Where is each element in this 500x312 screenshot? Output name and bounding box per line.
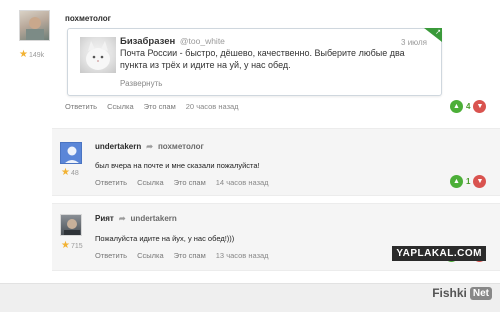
user-rating: ★ 715 <box>61 240 83 251</box>
thumbs-down-icon[interactable]: ▼ <box>473 175 487 188</box>
vote-count: 4 <box>466 102 471 111</box>
permalink-link[interactable]: Ссылка <box>137 178 164 187</box>
comment-author[interactable]: Рият ➦ undertakern <box>95 214 177 223</box>
user-rating: ★ 48 <box>61 167 79 178</box>
vote-controls: ▲ 4 ▼ <box>450 100 487 113</box>
avatar[interactable] <box>60 214 82 236</box>
avatar[interactable] <box>19 10 50 41</box>
tweet-author[interactable]: Бизабразен @too_white <box>120 36 225 47</box>
tweet-date[interactable]: 3 июля <box>401 38 427 47</box>
vote-controls: ▲ 1 ▼ <box>450 175 487 188</box>
reply-arrow-icon: ➦ <box>118 214 126 223</box>
comment-time: 14 часов назад <box>215 178 269 187</box>
tweet-avatar <box>80 37 116 73</box>
tweet-text: Почта России - быстро, дёшево, качествен… <box>120 48 405 70</box>
default-avatar-icon <box>65 146 79 163</box>
comment-author[interactable]: undertakern ➦ похметолог <box>95 142 204 151</box>
thumbs-up-icon[interactable]: ▲ <box>450 100 463 113</box>
embedded-tweet: Бизабразен @too_white 3 июля Почта Росси… <box>67 28 442 96</box>
avatar-photo <box>26 17 44 40</box>
comment-text: Пожалуйста идите на йух, у нас обед!))) <box>95 234 235 243</box>
reply-arrow-icon: ➦ <box>146 142 153 151</box>
reply-to-user[interactable]: undertakern <box>131 214 177 223</box>
comment-text: был вчера на почте и мне сказали пожалуй… <box>95 161 260 170</box>
reply-link[interactable]: Ответить <box>65 102 97 111</box>
avatar[interactable] <box>60 142 82 164</box>
comment-2: ★ 48 undertakern ➦ похметолог был вчера … <box>52 128 500 196</box>
report-spam-link[interactable]: Это спам <box>174 251 206 260</box>
comment-time: 13 часов назад <box>215 251 269 260</box>
fishki-watermark: Fishki Net <box>432 286 492 300</box>
comment-actions: Ответить Ссылка Это спам 13 часов назад <box>95 251 269 260</box>
report-spam-link[interactable]: Это спам <box>174 178 206 187</box>
reply-link[interactable]: Ответить <box>95 251 127 260</box>
star-icon: ★ <box>19 49 28 60</box>
reply-to-user[interactable]: похметолог <box>158 142 204 151</box>
comment-time: 20 часов назад <box>185 102 239 111</box>
permalink-link[interactable]: Ссылка <box>137 251 164 260</box>
comment-author[interactable]: похметолог <box>65 14 111 23</box>
comment-actions: Ответить Ссылка Это спам 14 часов назад <box>95 178 269 187</box>
thumbs-down-icon[interactable]: ▼ <box>473 100 487 113</box>
footer-bar <box>0 283 500 312</box>
cat-image <box>86 41 110 70</box>
yaplakal-watermark: YAPLAKAL.COM <box>392 246 486 261</box>
tweet-handle[interactable]: @too_white <box>180 36 225 46</box>
star-icon: ★ <box>61 240 70 251</box>
reply-link[interactable]: Ответить <box>95 178 127 187</box>
tweet-expand-link[interactable]: Развернуть <box>120 79 162 88</box>
comment-actions: Ответить Ссылка Это спам 20 часов назад <box>65 102 239 111</box>
avatar-photo <box>64 219 80 235</box>
star-icon: ★ <box>61 167 70 178</box>
permalink-link[interactable]: Ссылка <box>107 102 134 111</box>
vote-count: 1 <box>466 177 471 186</box>
thumbs-up-icon[interactable]: ▲ <box>450 175 463 188</box>
report-spam-link[interactable]: Это спам <box>144 102 176 111</box>
user-rating: ★ 149k <box>19 49 45 60</box>
